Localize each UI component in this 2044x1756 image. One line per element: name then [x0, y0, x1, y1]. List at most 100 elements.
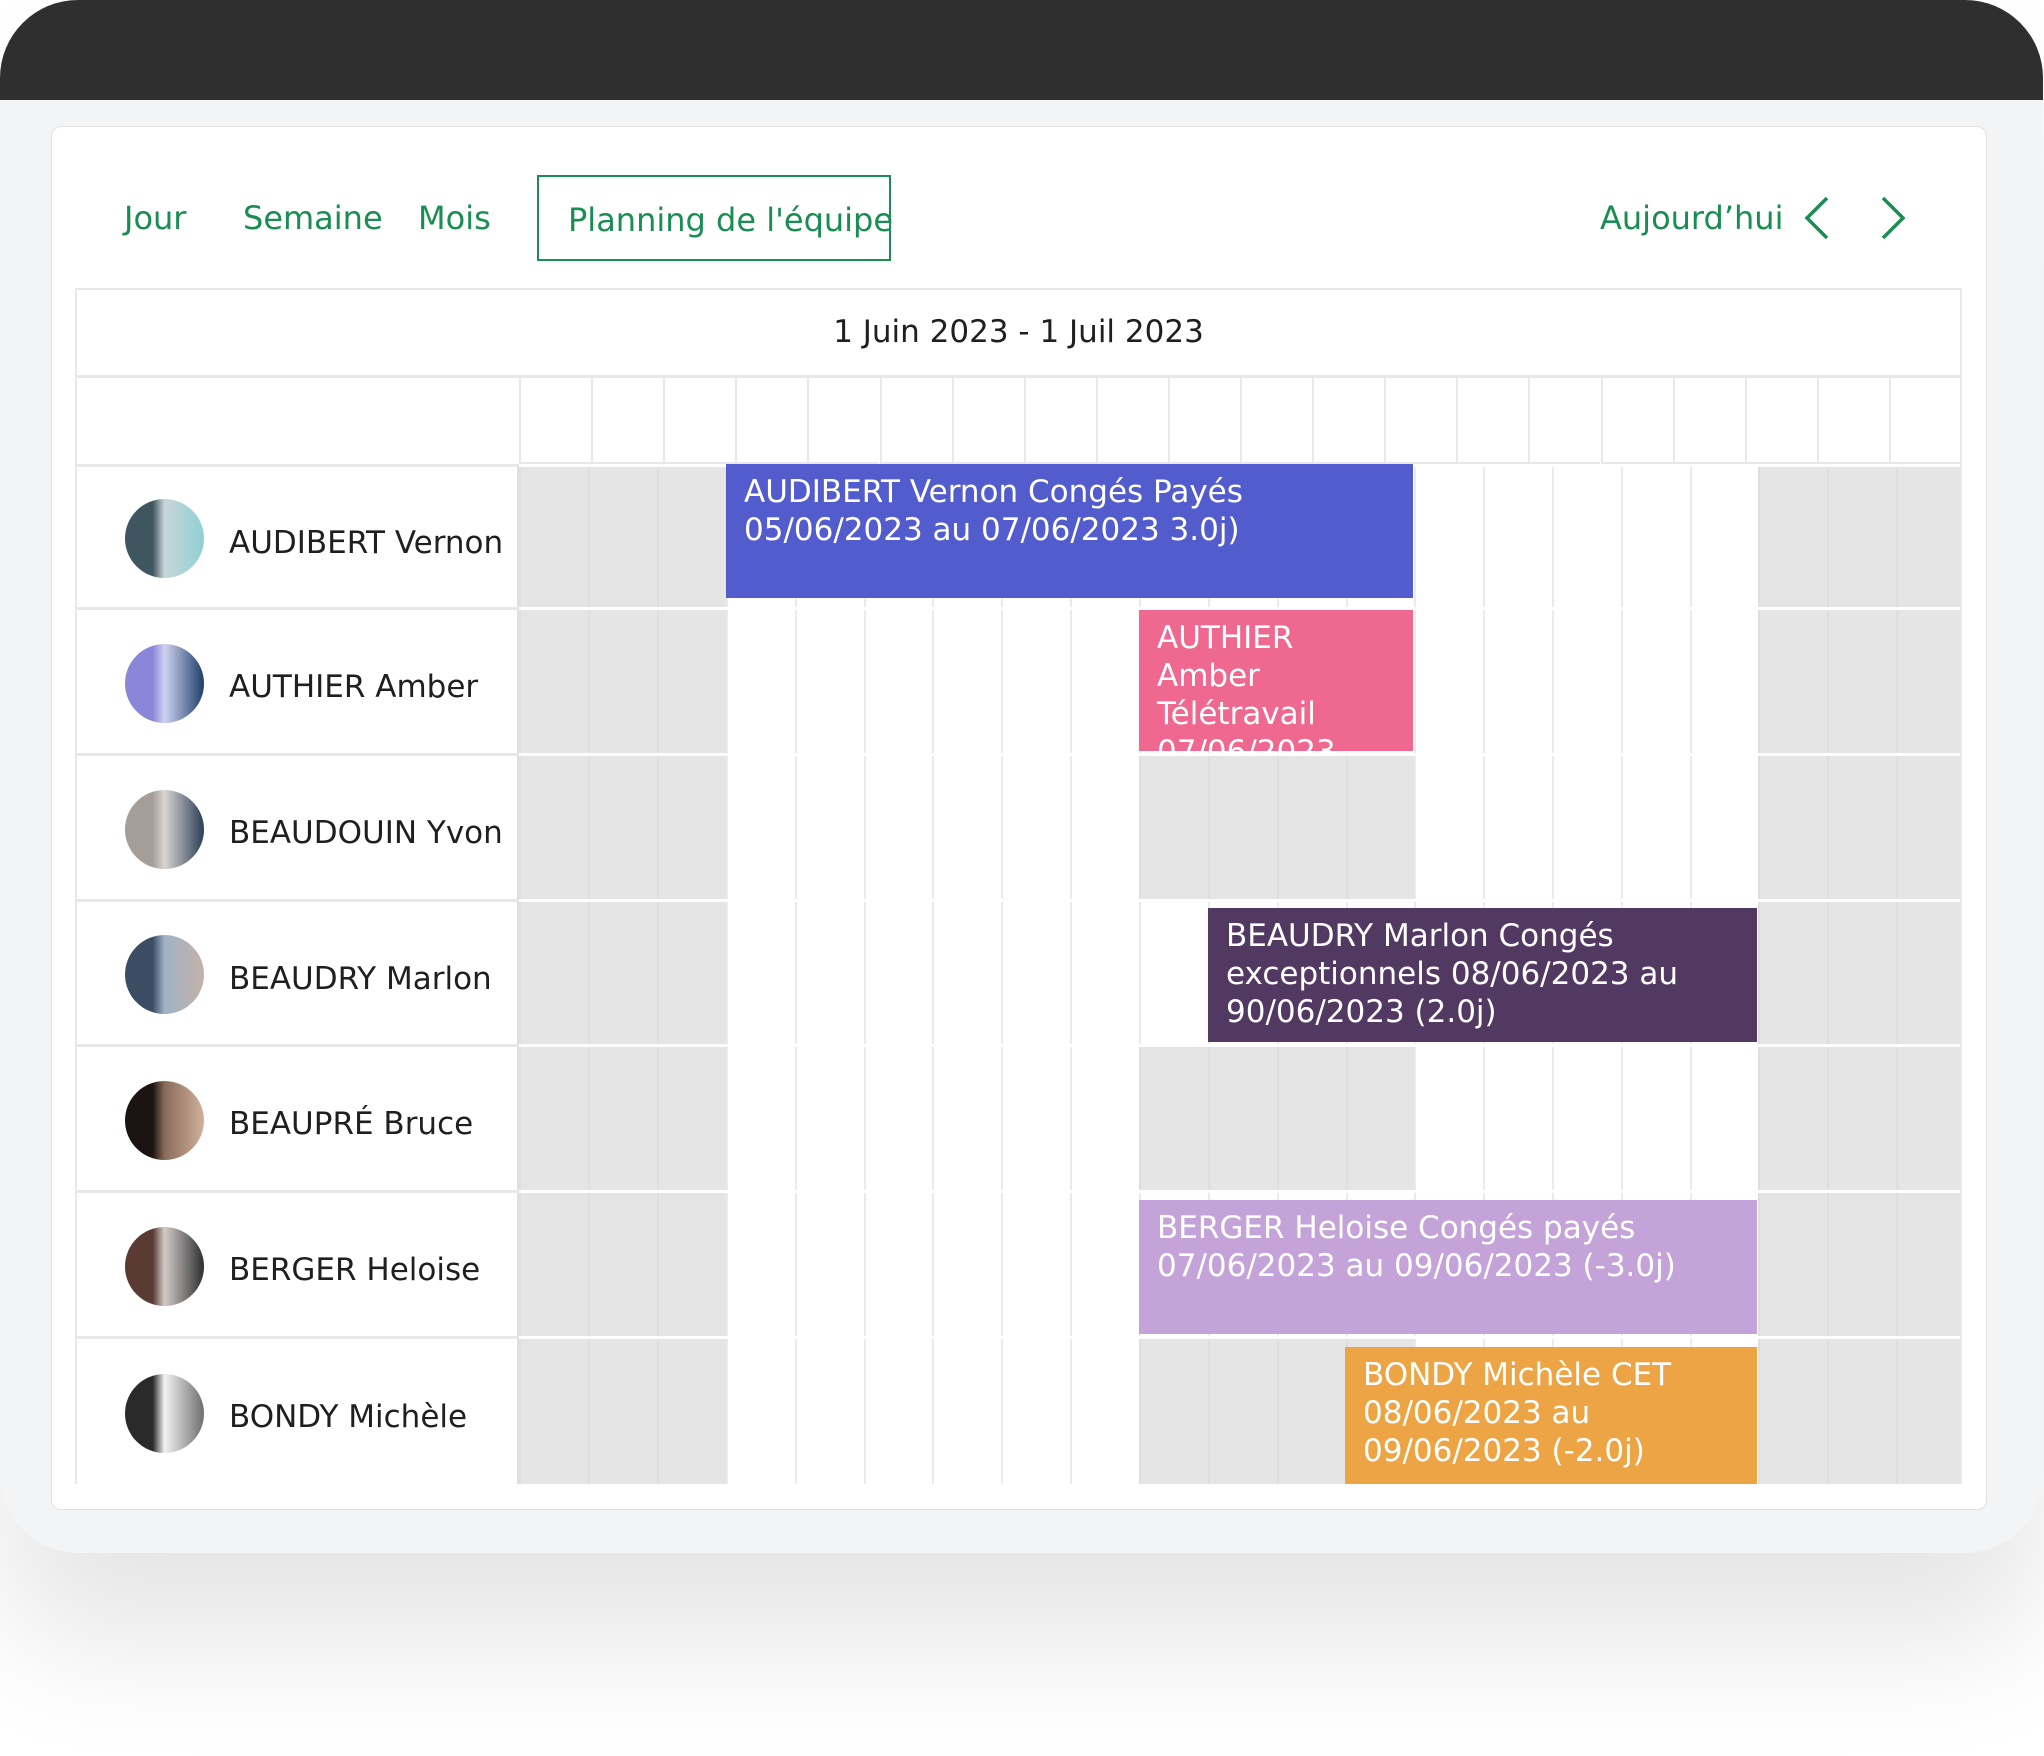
day-cell[interactable]	[657, 1047, 726, 1190]
day-cell[interactable]	[1208, 1339, 1277, 1484]
day-cell[interactable]	[1758, 467, 1827, 607]
tab-semaine[interactable]: Semaine	[243, 175, 383, 261]
day-cell[interactable]	[1827, 1339, 1896, 1484]
day-cell[interactable]	[588, 756, 657, 899]
day-cell[interactable]	[657, 756, 726, 899]
day-cell[interactable]	[1896, 1047, 1960, 1190]
day-cell[interactable]	[1758, 1339, 1827, 1484]
day-cell[interactable]	[932, 610, 1001, 753]
day-cell[interactable]	[1758, 1047, 1827, 1190]
day-cell[interactable]	[1758, 610, 1827, 753]
day-cell[interactable]	[657, 1339, 726, 1484]
resource-row[interactable]: AUTHIER Amber	[77, 607, 519, 753]
day-cell[interactable]	[1827, 902, 1896, 1044]
day-cell[interactable]	[657, 1193, 726, 1336]
day-cell[interactable]	[795, 1193, 864, 1336]
day-cell[interactable]	[726, 1047, 795, 1190]
day-cell[interactable]	[1827, 467, 1896, 607]
day-cell[interactable]	[588, 902, 657, 1044]
day-cell[interactable]	[1001, 902, 1070, 1044]
day-cell[interactable]	[1070, 1193, 1139, 1336]
resource-row[interactable]: BEAUDRY Marlon	[77, 899, 519, 1044]
event-audibert-conges-payes[interactable]: AUDIBERT Vernon Congés Payés 05/06/2023 …	[726, 464, 1413, 598]
day-cell[interactable]	[519, 1339, 588, 1484]
day-cell[interactable]	[1621, 756, 1690, 899]
day-cell[interactable]	[864, 1193, 932, 1336]
chevron-left-icon[interactable]	[1797, 194, 1837, 242]
resource-row[interactable]: BONDY Michèle	[77, 1336, 519, 1484]
day-cell[interactable]	[1827, 1193, 1896, 1336]
day-cell[interactable]	[795, 756, 864, 899]
day-cell[interactable]	[1896, 1193, 1960, 1336]
day-cell[interactable]	[1070, 610, 1139, 753]
day-cell[interactable]	[519, 756, 588, 899]
day-cell[interactable]	[726, 610, 795, 753]
day-cell[interactable]	[1621, 467, 1690, 607]
day-cell[interactable]	[1552, 1047, 1621, 1190]
day-cell[interactable]	[1896, 1339, 1960, 1484]
today-button[interactable]: Aujourd’hui	[1600, 175, 1783, 261]
day-cell[interactable]	[1690, 756, 1758, 899]
day-cell[interactable]	[1001, 1193, 1070, 1336]
day-cell[interactable]	[1414, 756, 1483, 899]
day-cell[interactable]	[864, 902, 932, 1044]
day-cell[interactable]	[726, 1193, 795, 1336]
day-cell[interactable]	[1827, 756, 1896, 899]
day-cell[interactable]	[657, 902, 726, 1044]
day-cell[interactable]	[1139, 902, 1208, 1044]
day-cell[interactable]	[588, 1047, 657, 1190]
day-cell[interactable]	[726, 902, 795, 1044]
day-cell[interactable]	[1001, 756, 1070, 899]
day-cell[interactable]	[657, 610, 726, 753]
event-bondy-cet[interactable]: BONDY Michèle CET 08/06/2023 au 09/06/20…	[1345, 1347, 1757, 1484]
day-cell[interactable]	[1896, 902, 1960, 1044]
day-cell[interactable]	[1001, 1339, 1070, 1484]
event-beaudry-conges-exceptionnels[interactable]: BEAUDRY Marlon Congés exceptionnels 08/0…	[1208, 908, 1757, 1042]
day-cell[interactable]	[795, 610, 864, 753]
day-cell[interactable]	[1277, 1047, 1346, 1190]
day-cell[interactable]	[932, 756, 1001, 899]
resource-row[interactable]: BERGER Heloise	[77, 1190, 519, 1336]
day-cell[interactable]	[1483, 756, 1552, 899]
day-cell[interactable]	[795, 902, 864, 1044]
day-cell[interactable]	[932, 902, 1001, 1044]
day-cell[interactable]	[1414, 467, 1483, 607]
day-cell[interactable]	[726, 1339, 795, 1484]
day-cell[interactable]	[519, 902, 588, 1044]
day-cell[interactable]	[1139, 756, 1208, 899]
day-cell[interactable]	[864, 1339, 932, 1484]
day-cell[interactable]	[1070, 1047, 1139, 1190]
day-cell[interactable]	[1690, 467, 1758, 607]
day-cell[interactable]	[519, 610, 588, 753]
day-cell[interactable]	[1001, 1047, 1070, 1190]
tab-jour[interactable]: Jour	[124, 175, 186, 261]
day-cell[interactable]	[1414, 610, 1483, 753]
day-cell[interactable]	[1139, 1339, 1208, 1484]
day-cell[interactable]	[1896, 610, 1960, 753]
day-cell[interactable]	[932, 1339, 1001, 1484]
day-cell[interactable]	[1552, 756, 1621, 899]
day-cell[interactable]	[1827, 1047, 1896, 1190]
day-cell[interactable]	[1690, 1047, 1758, 1190]
day-cell[interactable]	[1070, 902, 1139, 1044]
day-cell[interactable]	[1001, 610, 1070, 753]
day-cell[interactable]	[864, 756, 932, 899]
day-cell[interactable]	[1621, 610, 1690, 753]
day-cell[interactable]	[519, 1047, 588, 1190]
day-cell[interactable]	[864, 1047, 932, 1190]
day-cell[interactable]	[588, 467, 657, 607]
tab-mois[interactable]: Mois	[418, 175, 491, 261]
day-cell[interactable]	[1346, 756, 1414, 899]
day-cell[interactable]	[1758, 756, 1827, 899]
chevron-right-icon[interactable]	[1873, 194, 1913, 242]
day-cell[interactable]	[1483, 610, 1552, 753]
day-cell[interactable]	[932, 1193, 1001, 1336]
event-berger-conges-payes[interactable]: BERGER Heloise Congés payés 07/06/2023 a…	[1139, 1200, 1757, 1334]
resource-row[interactable]: BEAUDOUIN Yvon	[77, 753, 519, 899]
day-cell[interactable]	[1414, 1047, 1483, 1190]
day-cell[interactable]	[726, 756, 795, 899]
tab-planning-de-l-équipe[interactable]: Planning de l'équipe	[537, 175, 893, 261]
day-cell[interactable]	[588, 610, 657, 753]
day-cell[interactable]	[519, 467, 588, 607]
day-cell[interactable]	[1552, 467, 1621, 607]
